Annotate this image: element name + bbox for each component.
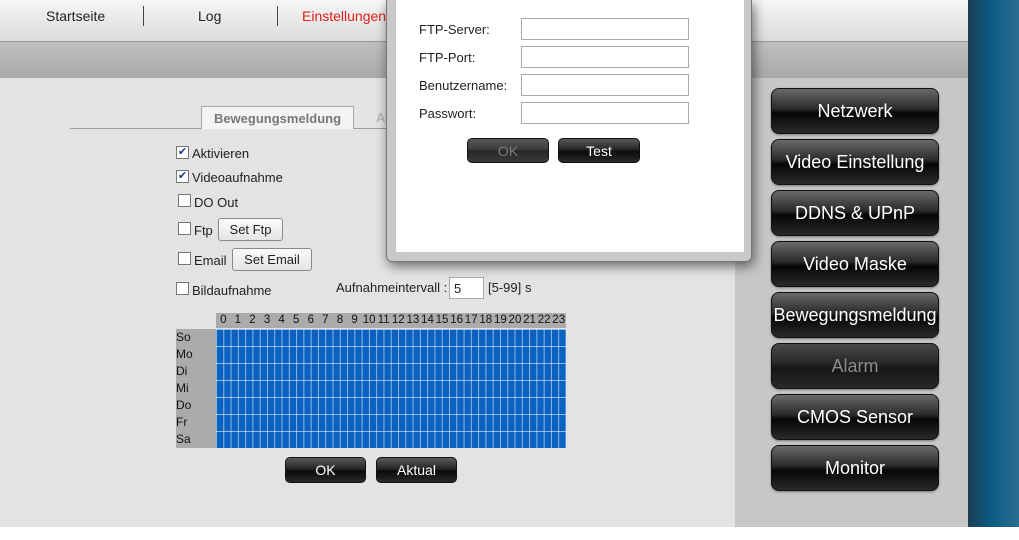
nav-separator <box>143 6 144 26</box>
schedule-hour-label: 22 <box>537 314 551 326</box>
interval-unit: s <box>525 280 532 295</box>
schedule-hour-label: 7 <box>322 314 329 326</box>
nav-home[interactable]: Startseite <box>46 8 105 24</box>
do-out-checkbox[interactable] <box>178 194 191 207</box>
schedule-day-label: So <box>176 330 191 344</box>
menu-bewegungsmeldung-button[interactable]: Bewegungsmeldung <box>771 292 939 338</box>
schedule-hour-label: 1 <box>234 314 242 326</box>
activate-label: Aktivieren <box>192 146 250 161</box>
set-ftp-button[interactable]: Set Ftp <box>218 218 283 241</box>
schedule-day-label: Do <box>176 398 192 412</box>
ftp-username-label: Benutzername: <box>419 78 508 93</box>
ftp-password-label: Passwort: <box>419 106 477 121</box>
interval-range: [5-99] <box>488 280 522 295</box>
ftp-port-input[interactable] <box>521 46 689 68</box>
snapshot-label: Bildaufnahme <box>192 283 272 298</box>
schedule-hour-label: 9 <box>351 314 358 326</box>
ftp-test-button[interactable]: Test <box>558 138 640 163</box>
set-email-button[interactable]: Set Email <box>232 248 312 271</box>
schedule-hour-label: 19 <box>493 314 507 326</box>
schedule-hour-label: 21 <box>523 314 536 326</box>
schedule-hour-label: 12 <box>391 314 405 326</box>
email-label: Email <box>194 253 227 268</box>
schedule-hour-label: 18 <box>479 314 493 326</box>
schedule-hour-header: 0 1 2 3 4 5 6 7 8 9 10 11 12 13 14 15 16 17 18 19 20 21 22 23 <box>216 313 566 328</box>
activate-checkbox[interactable]: ✔ <box>176 146 189 159</box>
decorative-side-strip <box>968 0 1019 527</box>
video-recording-checkbox[interactable]: ✔ <box>176 170 189 183</box>
schedule-hour-label: 20 <box>508 314 522 326</box>
refresh-button[interactable]: Aktual <box>376 457 457 483</box>
schedule-hour-label: 14 <box>421 314 434 326</box>
menu-video-maske-button[interactable]: Video Maske <box>771 241 939 287</box>
menu-ddns-upnp-button[interactable]: DDNS & UPnP <box>771 190 939 236</box>
schedule-day-label: Sa <box>176 432 191 446</box>
email-checkbox[interactable] <box>178 252 191 265</box>
ftp-server-input[interactable] <box>521 18 689 40</box>
schedule-hour-label: 4 <box>278 314 285 326</box>
ftp-server-label: FTP-Server: <box>419 22 490 37</box>
schedule-day-label: Mi <box>176 381 189 395</box>
schedule-hour-label: 0 <box>220 314 227 326</box>
ok-button[interactable]: OK <box>285 457 366 483</box>
schedule-hour-label: 8 <box>336 314 344 326</box>
menu-netzwerk-button[interactable]: Netzwerk <box>771 88 939 134</box>
schedule-hour-label: 23 <box>552 314 566 326</box>
menu-alarm-button[interactable]: Alarm <box>771 343 939 389</box>
schedule-hour-label: 2 <box>249 314 256 326</box>
schedule-hour-label: 17 <box>464 314 478 326</box>
tab-next-partial[interactable]: A <box>376 110 385 125</box>
schedule-hour-label: 16 <box>450 314 464 326</box>
ftp-checkbox[interactable] <box>178 222 191 235</box>
tab-bewegungsmeldung[interactable]: Bewegungsmeldung <box>201 106 354 129</box>
schedule-day-label: Mo <box>176 347 193 361</box>
menu-monitor-button[interactable]: Monitor <box>771 445 939 491</box>
schedule-hour-label: 13 <box>406 314 420 326</box>
nav-separator <box>277 6 278 26</box>
schedule-hour-label: 10 <box>362 314 376 326</box>
schedule-day-label: Di <box>176 364 188 378</box>
snapshot-checkbox[interactable] <box>176 282 189 295</box>
schedule-hour-label: 6 <box>307 314 314 326</box>
do-out-label: DO Out <box>194 195 239 210</box>
menu-cmos-sensor-button[interactable]: CMOS Sensor <box>771 394 939 440</box>
schedule-day-label: Fr <box>176 415 188 429</box>
nav-log[interactable]: Log <box>198 8 221 24</box>
schedule-day-column: So Mo Di Mi Do Fr Sa <box>176 329 216 448</box>
schedule-hour-label: 3 <box>263 314 271 326</box>
interval-label: Aufnahmeintervall : <box>336 280 448 295</box>
ftp-password-input[interactable] <box>521 102 689 124</box>
interval-input[interactable] <box>449 277 484 299</box>
ftp-label: Ftp <box>194 223 213 238</box>
nav-settings[interactable]: Einstellungen <box>302 8 386 24</box>
ftp-ok-button[interactable]: OK <box>467 138 549 163</box>
ftp-username-input[interactable] <box>521 74 689 96</box>
ftp-port-label: FTP-Port: <box>419 50 476 65</box>
menu-video-einstellung-button[interactable]: Video Einstellung <box>771 139 939 185</box>
schedule-hour-label: 11 <box>377 314 390 326</box>
schedule-hour-label: 5 <box>292 314 300 326</box>
schedule-grid[interactable] <box>216 329 566 448</box>
video-recording-label: Videoaufnahme <box>192 170 283 185</box>
schedule-hour-label: 15 <box>435 314 449 326</box>
